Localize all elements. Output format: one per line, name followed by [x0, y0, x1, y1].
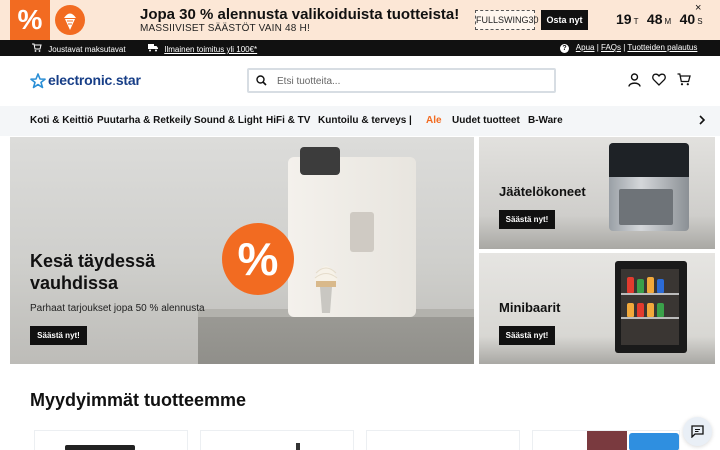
search-input[interactable]	[277, 73, 547, 89]
truck-icon	[148, 44, 158, 52]
chevron-right-icon[interactable]	[698, 114, 706, 126]
cart-icon	[32, 43, 42, 52]
logo-text-tail: star	[115, 72, 141, 88]
ice-cream-icon	[55, 5, 85, 35]
nav-item-sound-light[interactable]: Sound & Light	[194, 115, 262, 126]
info-shipping[interactable]: Ilmainen toimitus yli 100€*	[148, 43, 257, 54]
bestsellers-title: Myydyimmät tuotteemme	[30, 390, 247, 410]
help-link[interactable]: Apua	[576, 43, 595, 52]
promo-shop-button[interactable]: Osta nyt	[541, 10, 588, 30]
soft-serve-image	[314, 266, 338, 313]
countdown-timer: 19 T 48 M 40 S	[616, 11, 707, 29]
account-icon[interactable]	[628, 73, 641, 87]
nav-item-garden[interactable]: Puutarha & Retkeily	[97, 115, 191, 126]
countdown-seconds: 40	[679, 11, 696, 27]
star-logo-icon	[30, 73, 46, 89]
hero-title: Kesä täydessä vauhdissa	[30, 251, 156, 293]
nav-item-home-kitchen[interactable]: Koti & Keittiö	[30, 115, 93, 126]
nav-item-new[interactable]: Uudet tuotteet	[452, 115, 520, 126]
tile-cta-button[interactable]: Säästä nyt!	[499, 326, 555, 345]
hero-cta-button[interactable]: Säästä nyt!	[30, 326, 87, 345]
minibar-image	[615, 261, 687, 353]
product-card[interactable]	[532, 430, 680, 450]
search-box[interactable]	[247, 68, 556, 93]
shopping-cart-icon[interactable]	[677, 73, 691, 86]
search-icon[interactable]	[256, 75, 267, 86]
hero-subtitle: Parhaat tarjoukset jopa 50 % alennusta	[30, 303, 205, 314]
nav-divider: |	[409, 115, 412, 126]
returns-link[interactable]: Tuotteiden palautus	[627, 43, 697, 52]
nav-item-fitness[interactable]: Kuntoilu & terveys	[318, 115, 406, 126]
site-logo[interactable]: electronic.star	[30, 72, 141, 89]
countdown-minutes-unit: M	[664, 17, 672, 26]
tile-title: Jäätelökoneet	[499, 184, 586, 199]
tile-title: Minibaarit	[499, 300, 561, 315]
close-icon[interactable]: ×	[695, 2, 701, 14]
info-payment-label: Joustavat maksutavat	[48, 45, 126, 54]
promo-percent-badge: %	[10, 0, 50, 40]
hero-pedestal-body	[198, 317, 474, 364]
tile-cta-button[interactable]: Säästä nyt!	[499, 210, 555, 229]
faq-link[interactable]: FAQs	[601, 43, 621, 52]
wishlist-heart-icon[interactable]	[652, 73, 666, 86]
info-payment: Joustavat maksutavat	[32, 43, 126, 54]
hero-percent-badge: %	[222, 223, 294, 295]
nav-item-bware[interactable]: B-Ware	[528, 115, 563, 126]
countdown-minutes: 48	[646, 11, 663, 27]
countdown-hours: 19	[616, 11, 632, 27]
hero-banner[interactable]: % Kesä täydessä vauhdissa Parhaat tarjou…	[10, 137, 474, 364]
info-shipping-label[interactable]: Ilmainen toimitus yli 100€*	[164, 45, 257, 54]
nav-item-hifi-tv[interactable]: HiFi & TV	[266, 115, 310, 126]
logo-text: electronic	[48, 72, 113, 88]
promo-banner: % Jopa 30 % alennusta valikoiduista tuot…	[0, 0, 720, 40]
chat-button[interactable]	[683, 417, 712, 446]
help-links: ? Apua | FAQs | Tuotteiden palautus	[560, 43, 697, 53]
product-card[interactable]	[34, 430, 188, 450]
chat-bubble-icon	[691, 425, 704, 438]
ice-maker-image	[609, 143, 689, 231]
machine-handle	[300, 147, 340, 175]
category-nav: Koti & Keittiö Puutarha & Retkeily Sound…	[0, 106, 720, 136]
product-card[interactable]	[200, 430, 354, 450]
tile-minibars[interactable]: Minibaarit Säästä nyt!	[479, 253, 715, 364]
countdown-hours-unit: T	[633, 17, 639, 26]
promo-subtitle: MASSIIVISET SÄÄSTÖT VAIN 48 H!	[140, 23, 310, 34]
tile-ice-cream-makers[interactable]: Jäätelökoneet Säästä nyt!	[479, 137, 715, 249]
info-bar: Joustavat maksutavat Ilmainen toimitus y…	[0, 40, 720, 56]
nav-item-sale[interactable]: Ale	[426, 115, 442, 126]
countdown-seconds-unit: S	[697, 17, 703, 26]
machine-panel	[350, 212, 374, 252]
promo-title: Jopa 30 % alennusta valikoiduista tuotte…	[140, 6, 460, 23]
help-icon: ?	[560, 44, 569, 53]
product-card[interactable]	[366, 430, 520, 450]
promo-code[interactable]: FULLSWING30	[475, 10, 539, 30]
